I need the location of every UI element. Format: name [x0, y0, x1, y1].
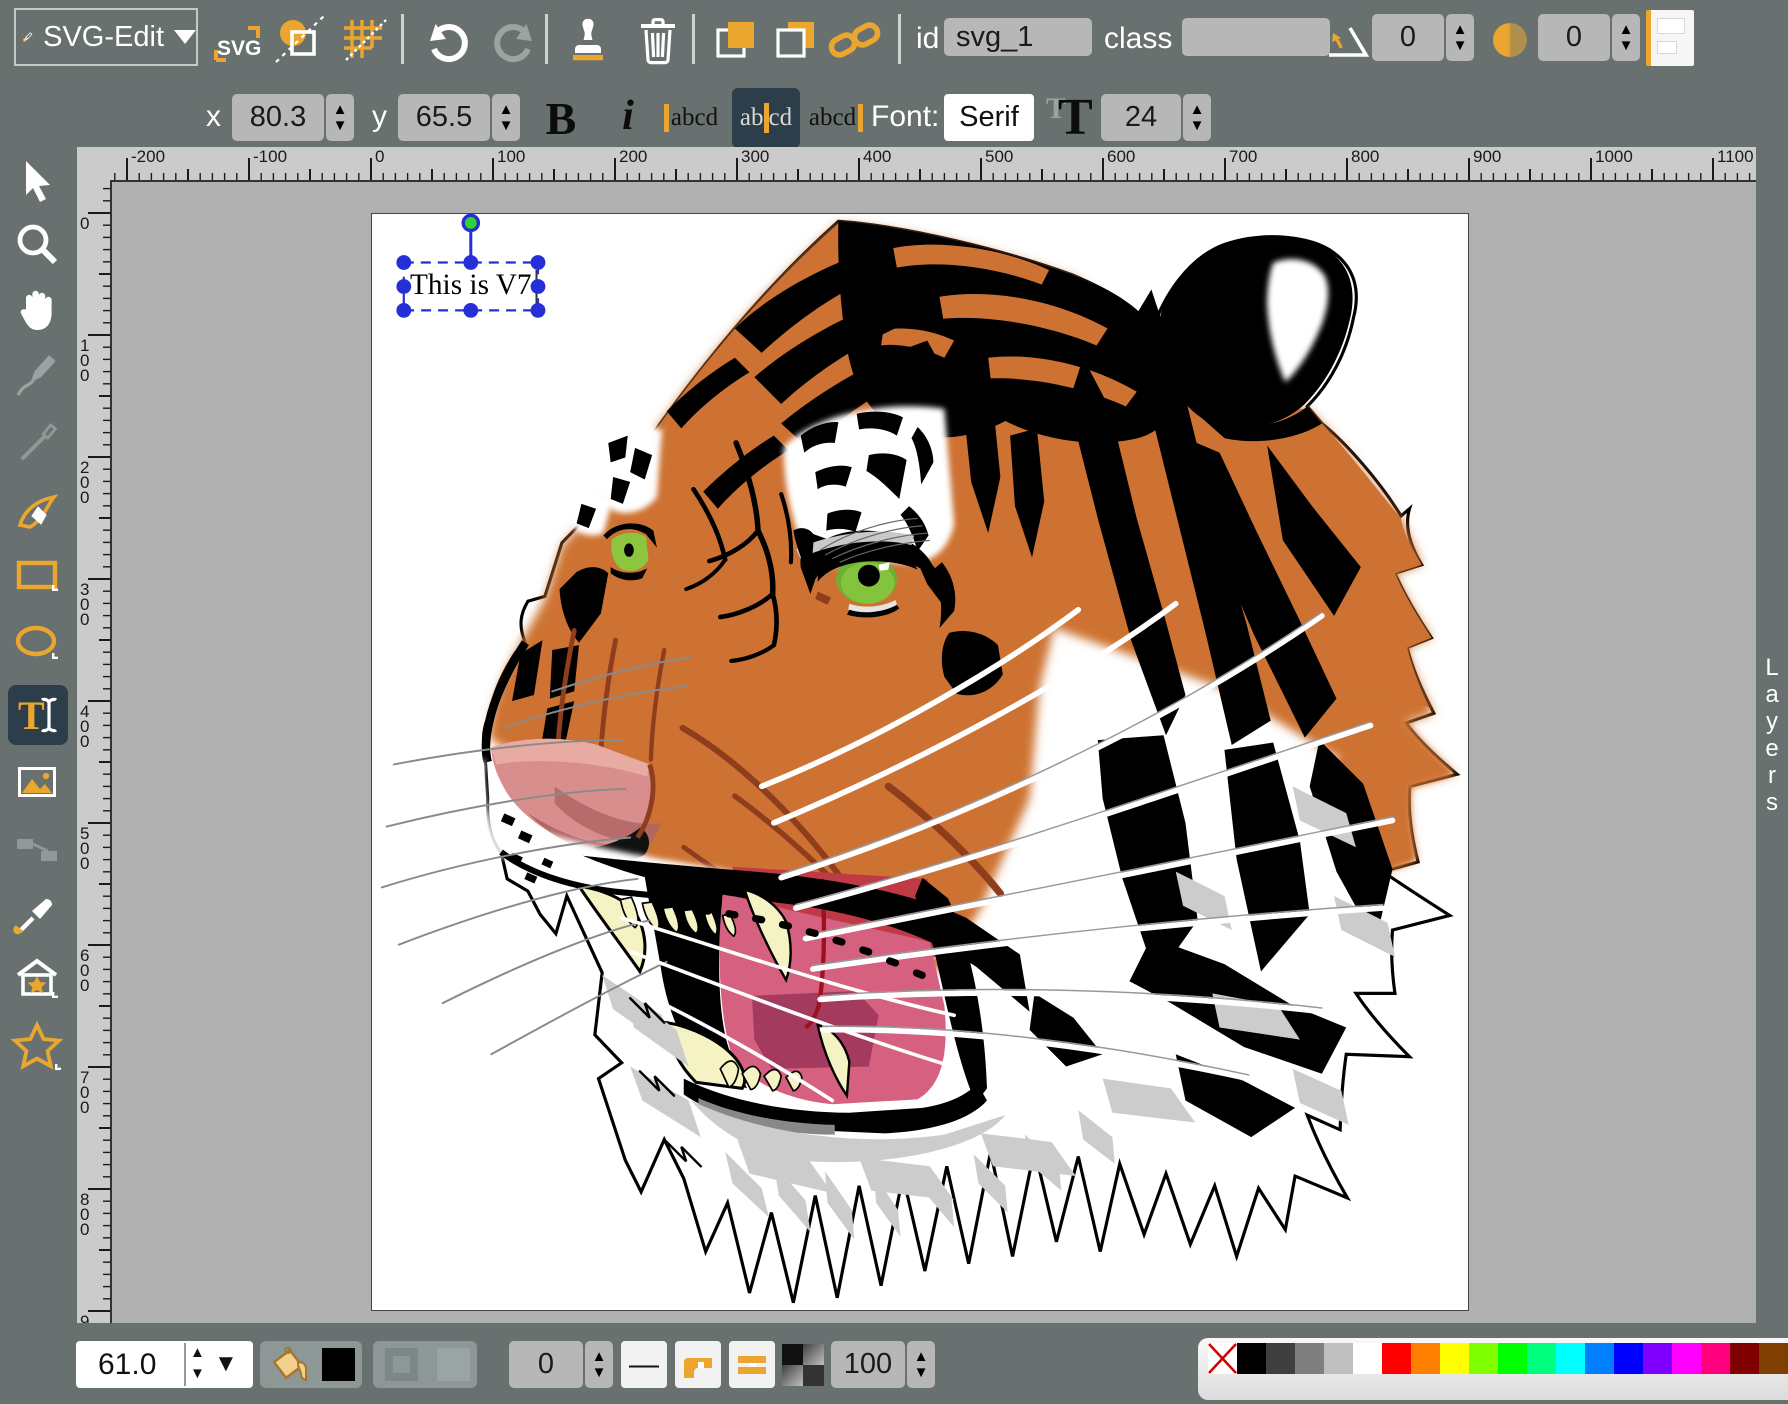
svg-text:700: 700 — [1229, 147, 1257, 166]
svg-text:0: 0 — [80, 366, 89, 385]
svg-text:0: 0 — [80, 854, 89, 873]
svg-text:0: 0 — [80, 214, 89, 233]
svg-text:0: 0 — [80, 732, 89, 751]
svg-text:500: 500 — [985, 147, 1013, 166]
svg-text:0: 0 — [80, 488, 89, 507]
svg-text:600: 600 — [1107, 147, 1135, 166]
svg-text:200: 200 — [619, 147, 647, 166]
svg-text:0: 0 — [80, 1220, 89, 1239]
svg-text:1000: 1000 — [1595, 147, 1633, 166]
svg-text:0: 0 — [80, 1098, 89, 1117]
svg-text:400: 400 — [863, 147, 891, 166]
svg-text:1100: 1100 — [1717, 147, 1754, 166]
svg-text:0: 0 — [80, 976, 89, 995]
svg-text:0: 0 — [375, 147, 384, 166]
svg-text:-100: -100 — [253, 147, 287, 166]
svg-text:This is V7: This is V7 — [410, 269, 532, 301]
svg-text:SVG: SVG — [217, 37, 261, 60]
svg-text:300: 300 — [741, 147, 769, 166]
svg-text:-200: -200 — [131, 147, 165, 166]
svg-text:0: 0 — [80, 610, 89, 629]
svg-text:T: T — [18, 693, 45, 738]
svg-text:900: 900 — [1473, 147, 1501, 166]
svg-text:800: 800 — [1351, 147, 1379, 166]
svg-text:9: 9 — [80, 1312, 89, 1323]
svg-text:100: 100 — [497, 147, 525, 166]
